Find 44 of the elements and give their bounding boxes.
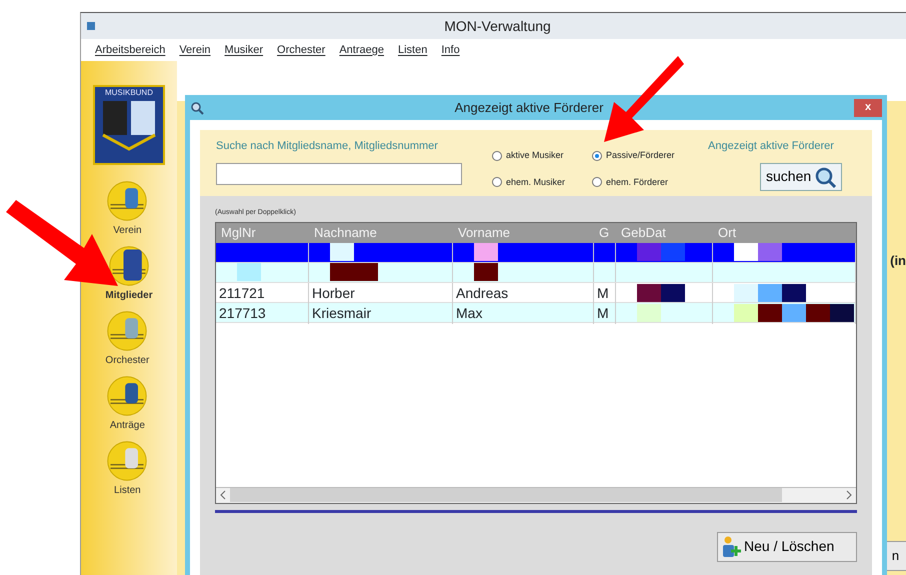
music-emblem-icon [105,374,150,418]
search-field[interactable] [216,162,462,184]
dialog-title: Angezeigt aktive Förderer [454,98,604,117]
music-emblem-icon [105,439,150,483]
menu-item[interactable]: Verein [179,42,211,58]
menu-item[interactable]: Info [441,42,460,58]
menu-item[interactable]: Musiker [224,42,264,58]
sidebar-item[interactable]: Anträge [101,372,154,435]
horizontal-scrollbar[interactable] [216,486,856,502]
window-title: MON-Verwaltung [443,16,552,36]
partial-label: (in [890,252,906,270]
status-label: Angezeigt aktive Förderer [708,139,835,154]
sidebar-item[interactable]: Listen [101,437,154,500]
add-person-icon [722,536,742,558]
table-row[interactable] [216,262,856,282]
menu-item[interactable]: Listen [398,42,428,58]
table-cell: Kriesmair [309,302,453,324]
table-cell: Max [453,302,594,324]
table-row[interactable]: 211721 Horber Andreas M [216,282,856,302]
music-emblem-icon [105,309,150,353]
search-label: Suche nach Mitgliedsname, Mitgliedsnummer [216,139,439,154]
radio-option[interactable]: ehem. Förderer [592,174,702,190]
coat-of-arms-drawing [101,99,157,151]
search-button[interactable]: suchen [760,162,842,190]
close-button[interactable]: x [854,98,882,116]
radio-option[interactable]: ehem. Musiker [492,174,592,190]
music-emblem-icon [106,244,151,288]
sidebar-item[interactable]: Verein [101,177,154,240]
music-emblem-icon [105,179,150,223]
radio-option[interactable]: Passive/Förderer [592,148,702,164]
table-row[interactable] [216,242,856,262]
radio-option[interactable]: aktive Musiker [492,148,592,164]
menu-item[interactable]: Orchester [277,42,326,58]
table-cell: 217713 [216,302,309,324]
table-cell: M [594,302,616,324]
search-icon [814,166,836,188]
app-icon [87,22,95,30]
logo-text: MUSIKBUND [104,87,153,99]
sidebar-item[interactable]: Orchester [101,307,154,370]
menu-item[interactable]: Antraege [339,42,384,58]
search-icon [190,100,204,114]
menu-item[interactable]: Arbeitsbereich [95,42,166,58]
table-row[interactable]: 217713 Kriesmair Max M [216,302,856,322]
new-delete-button[interactable]: Neu / Löschen [717,532,857,562]
